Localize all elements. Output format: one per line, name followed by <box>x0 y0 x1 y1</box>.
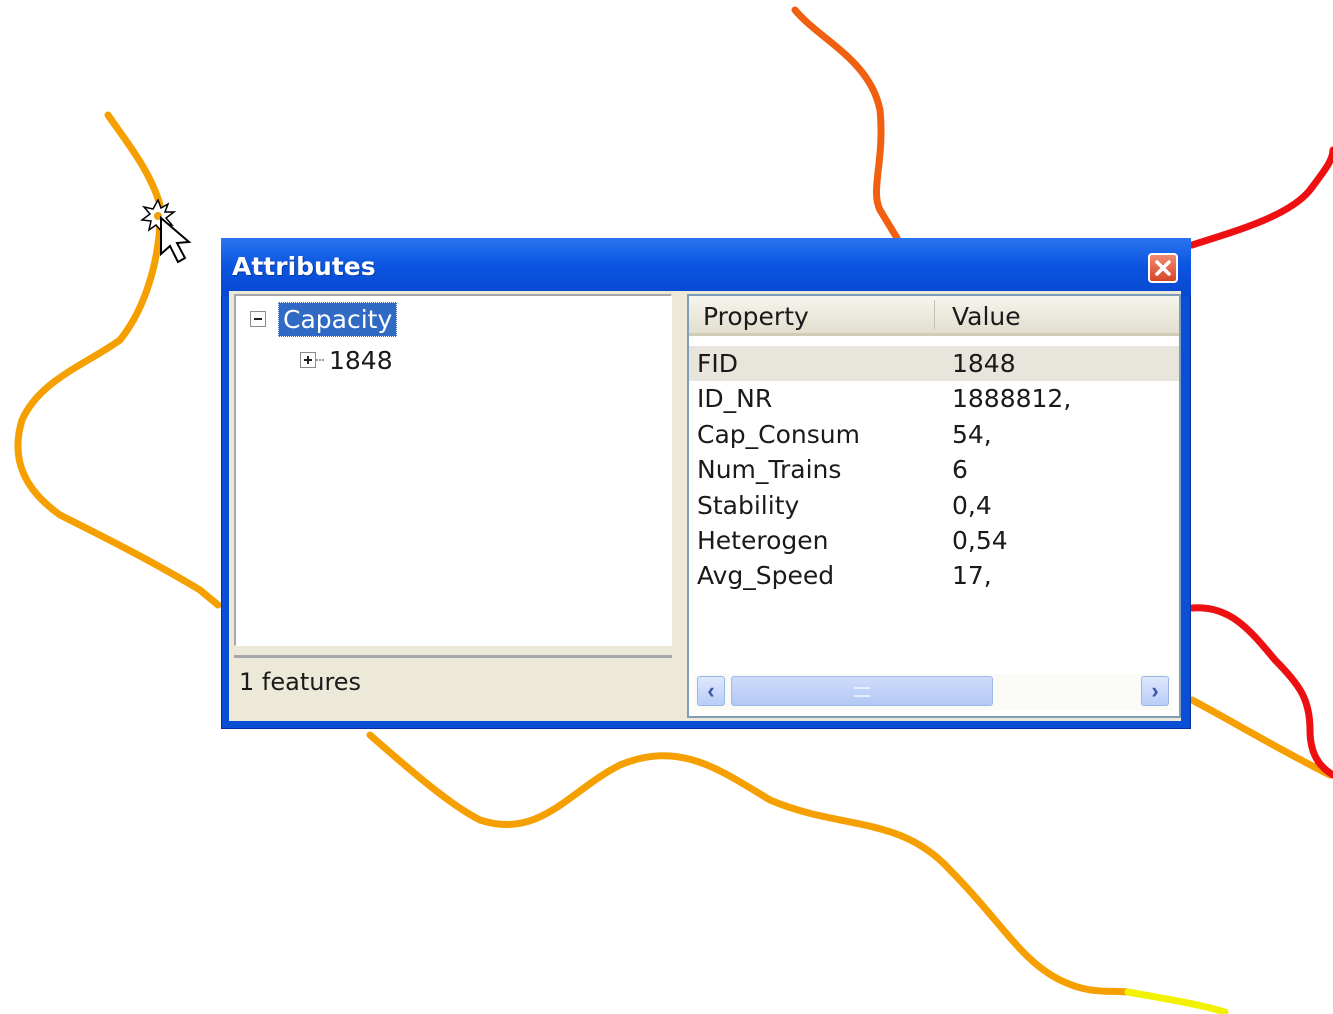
property-value: 17, <box>952 561 992 591</box>
window-title: Attributes <box>232 252 376 281</box>
property-grid[interactable]: Property Value FID 1848 ID_NR 1888812, C… <box>687 294 1181 718</box>
horizontal-scrollbar[interactable]: ‹ › <box>695 674 1173 710</box>
tree-item-feature[interactable]: 1848 <box>300 343 393 377</box>
chevron-right-icon: › <box>1151 678 1159 703</box>
grid-rows: FID 1848 ID_NR 1888812, Cap_Consum 54, N… <box>689 346 1179 594</box>
feature-tree[interactable]: Capacity 1848 <box>234 294 672 646</box>
property-name: Num_Trains <box>697 455 842 485</box>
table-row[interactable]: Heterogen 0,54 <box>689 523 1179 558</box>
property-value: 0,54 <box>952 525 1008 555</box>
property-name: ID_NR <box>697 384 773 414</box>
title-bar[interactable]: Attributes <box>221 238 1191 296</box>
close-icon <box>1155 260 1171 276</box>
route-line-yellow <box>1124 988 1229 1014</box>
property-name: Avg_Speed <box>697 561 835 591</box>
route-line-dark-orange <box>791 6 901 242</box>
chevron-left-icon: ‹ <box>707 678 715 703</box>
pane-splitter[interactable] <box>680 291 686 721</box>
route-line-red-bottom <box>1188 604 1333 779</box>
column-header-value[interactable]: Value <box>952 302 1021 331</box>
table-row[interactable]: Stability 0,4 <box>689 488 1179 523</box>
property-value: 6 <box>952 455 968 485</box>
close-button[interactable] <box>1148 253 1178 283</box>
table-row[interactable]: FID 1848 <box>689 346 1179 382</box>
route-line-red-top <box>1188 146 1333 249</box>
property-name: Stability <box>697 490 800 520</box>
property-value: 54, <box>952 419 992 449</box>
identify-cursor-icon <box>140 198 192 264</box>
attributes-window: Attributes Capacity 1848 1 features Prop… <box>221 238 1191 729</box>
tree-item-label: 1848 <box>329 345 393 375</box>
grid-header: Property Value <box>689 296 1179 336</box>
tree-item-layer[interactable]: Capacity <box>250 299 398 339</box>
property-value: 1848 <box>952 349 1016 378</box>
column-divider[interactable] <box>934 300 935 330</box>
property-name: Heterogen <box>697 525 829 555</box>
table-row[interactable]: Num_Trains 6 <box>689 452 1179 487</box>
status-bar: 1 features <box>234 655 672 717</box>
window-client-area: Capacity 1848 1 features Property Value … <box>229 291 1181 721</box>
scroll-right-button[interactable]: › <box>1141 676 1169 706</box>
feature-count: 1 features <box>239 668 362 696</box>
scroll-left-button[interactable]: ‹ <box>697 676 725 706</box>
property-value: 1888812, <box>952 384 1072 414</box>
expand-icon[interactable] <box>300 352 316 368</box>
table-row[interactable]: Avg_Speed 17, <box>689 558 1179 593</box>
table-row[interactable]: Cap_Consum 54, <box>689 417 1179 452</box>
scroll-grip <box>854 687 870 697</box>
property-name: FID <box>697 349 739 378</box>
tree-item-label: Capacity <box>278 301 398 337</box>
property-value: 0,4 <box>952 490 992 520</box>
property-name: Cap_Consum <box>697 419 860 449</box>
scroll-thumb[interactable] <box>731 676 993 706</box>
tree-connector <box>316 359 324 361</box>
table-row[interactable]: ID_NR 1888812, <box>689 381 1179 416</box>
collapse-icon[interactable] <box>250 311 266 327</box>
column-header-property[interactable]: Property <box>703 302 809 331</box>
